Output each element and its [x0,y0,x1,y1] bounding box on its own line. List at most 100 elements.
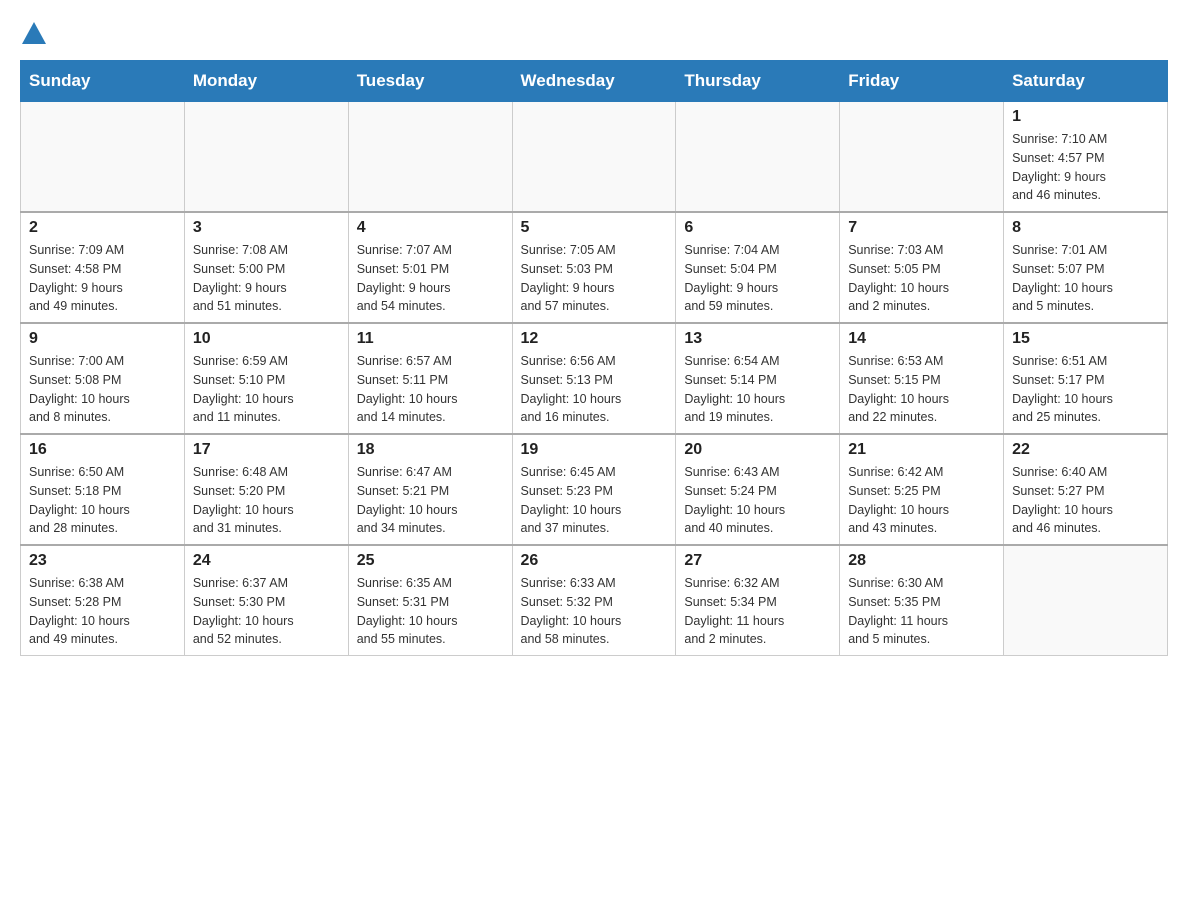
table-row: 19 Sunrise: 6:45 AMSunset: 5:23 PMDayligh… [512,434,676,545]
calendar-table: Sunday Monday Tuesday Wednesday Thursday… [20,60,1168,656]
table-row [676,102,840,213]
table-row [21,102,185,213]
day-info: Sunrise: 6:30 AMSunset: 5:35 PMDaylight:… [848,574,995,649]
table-row: 26 Sunrise: 6:33 AMSunset: 5:32 PMDayligh… [512,545,676,656]
header-saturday: Saturday [1004,61,1168,102]
day-info: Sunrise: 7:05 AMSunset: 5:03 PMDaylight:… [521,241,668,316]
table-row: 22 Sunrise: 6:40 AMSunset: 5:27 PMDayligh… [1004,434,1168,545]
day-info: Sunrise: 6:42 AMSunset: 5:25 PMDaylight:… [848,463,995,538]
table-row: 25 Sunrise: 6:35 AMSunset: 5:31 PMDayligh… [348,545,512,656]
day-info: Sunrise: 6:45 AMSunset: 5:23 PMDaylight:… [521,463,668,538]
day-number: 18 [357,441,504,459]
table-row: 4 Sunrise: 7:07 AMSunset: 5:01 PMDaylight… [348,212,512,323]
day-info: Sunrise: 7:08 AMSunset: 5:00 PMDaylight:… [193,241,340,316]
day-number: 9 [29,330,176,348]
day-info: Sunrise: 6:50 AMSunset: 5:18 PMDaylight:… [29,463,176,538]
day-number: 19 [521,441,668,459]
day-info: Sunrise: 7:09 AMSunset: 4:58 PMDaylight:… [29,241,176,316]
day-number: 10 [193,330,340,348]
day-info: Sunrise: 6:57 AMSunset: 5:11 PMDaylight:… [357,352,504,427]
day-info: Sunrise: 6:38 AMSunset: 5:28 PMDaylight:… [29,574,176,649]
calendar-week-row: 9 Sunrise: 7:00 AMSunset: 5:08 PMDaylight… [21,323,1168,434]
day-number: 27 [684,552,831,570]
day-number: 25 [357,552,504,570]
day-info: Sunrise: 6:43 AMSunset: 5:24 PMDaylight:… [684,463,831,538]
table-row: 23 Sunrise: 6:38 AMSunset: 5:28 PMDayligh… [21,545,185,656]
table-row [512,102,676,213]
table-row: 6Sunrise: 7:04 AMSunset: 5:04 PMDaylight… [676,212,840,323]
table-row: 3 Sunrise: 7:08 AMSunset: 5:00 PMDaylight… [184,212,348,323]
day-info: Sunrise: 6:56 AMSunset: 5:13 PMDaylight:… [521,352,668,427]
day-info: Sunrise: 6:51 AMSunset: 5:17 PMDaylight:… [1012,352,1159,427]
table-row: 11 Sunrise: 6:57 AMSunset: 5:11 PMDayligh… [348,323,512,434]
table-row [840,102,1004,213]
day-number: 4 [357,219,504,237]
day-info: Sunrise: 6:33 AMSunset: 5:32 PMDaylight:… [521,574,668,649]
table-row: 28 Sunrise: 6:30 AMSunset: 5:35 PMDayligh… [840,545,1004,656]
day-info: Sunrise: 6:35 AMSunset: 5:31 PMDaylight:… [357,574,504,649]
table-row: 1Sunrise: 7:10 AMSunset: 4:57 PMDaylight… [1004,102,1168,213]
table-row: 12 Sunrise: 6:56 AMSunset: 5:13 PMDayligh… [512,323,676,434]
table-row: 9 Sunrise: 7:00 AMSunset: 5:08 PMDaylight… [21,323,185,434]
table-row: 20Sunrise: 6:43 AMSunset: 5:24 PMDayligh… [676,434,840,545]
table-row: 10 Sunrise: 6:59 AMSunset: 5:10 PMDayligh… [184,323,348,434]
table-row [348,102,512,213]
table-row: 24 Sunrise: 6:37 AMSunset: 5:30 PMDayligh… [184,545,348,656]
day-number: 13 [684,330,831,348]
day-number: 23 [29,552,176,570]
day-number: 12 [521,330,668,348]
day-number: 5 [521,219,668,237]
day-info: Sunrise: 7:01 AMSunset: 5:07 PMDaylight:… [1012,241,1159,316]
day-info: Sunrise: 7:07 AMSunset: 5:01 PMDaylight:… [357,241,504,316]
day-number: 16 [29,441,176,459]
table-row: 2 Sunrise: 7:09 AMSunset: 4:58 PMDaylight… [21,212,185,323]
day-number: 28 [848,552,995,570]
day-number: 22 [1012,441,1159,459]
table-row: 15 Sunrise: 6:51 AMSunset: 5:17 PMDayligh… [1004,323,1168,434]
logo-flag-icon [22,22,46,44]
page-header [20,20,1168,44]
header-tuesday: Tuesday [348,61,512,102]
calendar-week-row: 16 Sunrise: 6:50 AMSunset: 5:18 PMDayligh… [21,434,1168,545]
calendar-header-row: Sunday Monday Tuesday Wednesday Thursday… [21,61,1168,102]
header-friday: Friday [840,61,1004,102]
day-number: 26 [521,552,668,570]
header-monday: Monday [184,61,348,102]
table-row [1004,545,1168,656]
header-sunday: Sunday [21,61,185,102]
table-row: 5 Sunrise: 7:05 AMSunset: 5:03 PMDaylight… [512,212,676,323]
day-number: 15 [1012,330,1159,348]
day-info: Sunrise: 6:37 AMSunset: 5:30 PMDaylight:… [193,574,340,649]
day-info: Sunrise: 7:03 AMSunset: 5:05 PMDaylight:… [848,241,995,316]
day-info: Sunrise: 7:00 AMSunset: 5:08 PMDaylight:… [29,352,176,427]
day-info: Sunrise: 6:54 AMSunset: 5:14 PMDaylight:… [684,352,831,427]
calendar-week-row: 1Sunrise: 7:10 AMSunset: 4:57 PMDaylight… [21,102,1168,213]
day-number: 14 [848,330,995,348]
day-info: Sunrise: 6:47 AMSunset: 5:21 PMDaylight:… [357,463,504,538]
day-info: Sunrise: 7:04 AMSunset: 5:04 PMDaylight:… [684,241,831,316]
day-number: 11 [357,330,504,348]
table-row: 16 Sunrise: 6:50 AMSunset: 5:18 PMDayligh… [21,434,185,545]
table-row: 7Sunrise: 7:03 AMSunset: 5:05 PMDaylight… [840,212,1004,323]
day-number: 21 [848,441,995,459]
day-number: 2 [29,219,176,237]
day-info: Sunrise: 6:40 AMSunset: 5:27 PMDaylight:… [1012,463,1159,538]
header-wednesday: Wednesday [512,61,676,102]
day-number: 17 [193,441,340,459]
header-thursday: Thursday [676,61,840,102]
calendar-week-row: 2 Sunrise: 7:09 AMSunset: 4:58 PMDaylight… [21,212,1168,323]
table-row: 17 Sunrise: 6:48 AMSunset: 5:20 PMDayligh… [184,434,348,545]
day-number: 24 [193,552,340,570]
logo [20,20,46,44]
table-row [184,102,348,213]
day-info: Sunrise: 6:48 AMSunset: 5:20 PMDaylight:… [193,463,340,538]
day-number: 1 [1012,108,1159,126]
day-number: 3 [193,219,340,237]
day-info: Sunrise: 6:59 AMSunset: 5:10 PMDaylight:… [193,352,340,427]
table-row: 21 Sunrise: 6:42 AMSunset: 5:25 PMDayligh… [840,434,1004,545]
calendar-week-row: 23 Sunrise: 6:38 AMSunset: 5:28 PMDayligh… [21,545,1168,656]
table-row: 14Sunrise: 6:53 AMSunset: 5:15 PMDayligh… [840,323,1004,434]
table-row: 13 Sunrise: 6:54 AMSunset: 5:14 PMDayligh… [676,323,840,434]
table-row: 8 Sunrise: 7:01 AMSunset: 5:07 PMDaylight… [1004,212,1168,323]
day-number: 8 [1012,219,1159,237]
